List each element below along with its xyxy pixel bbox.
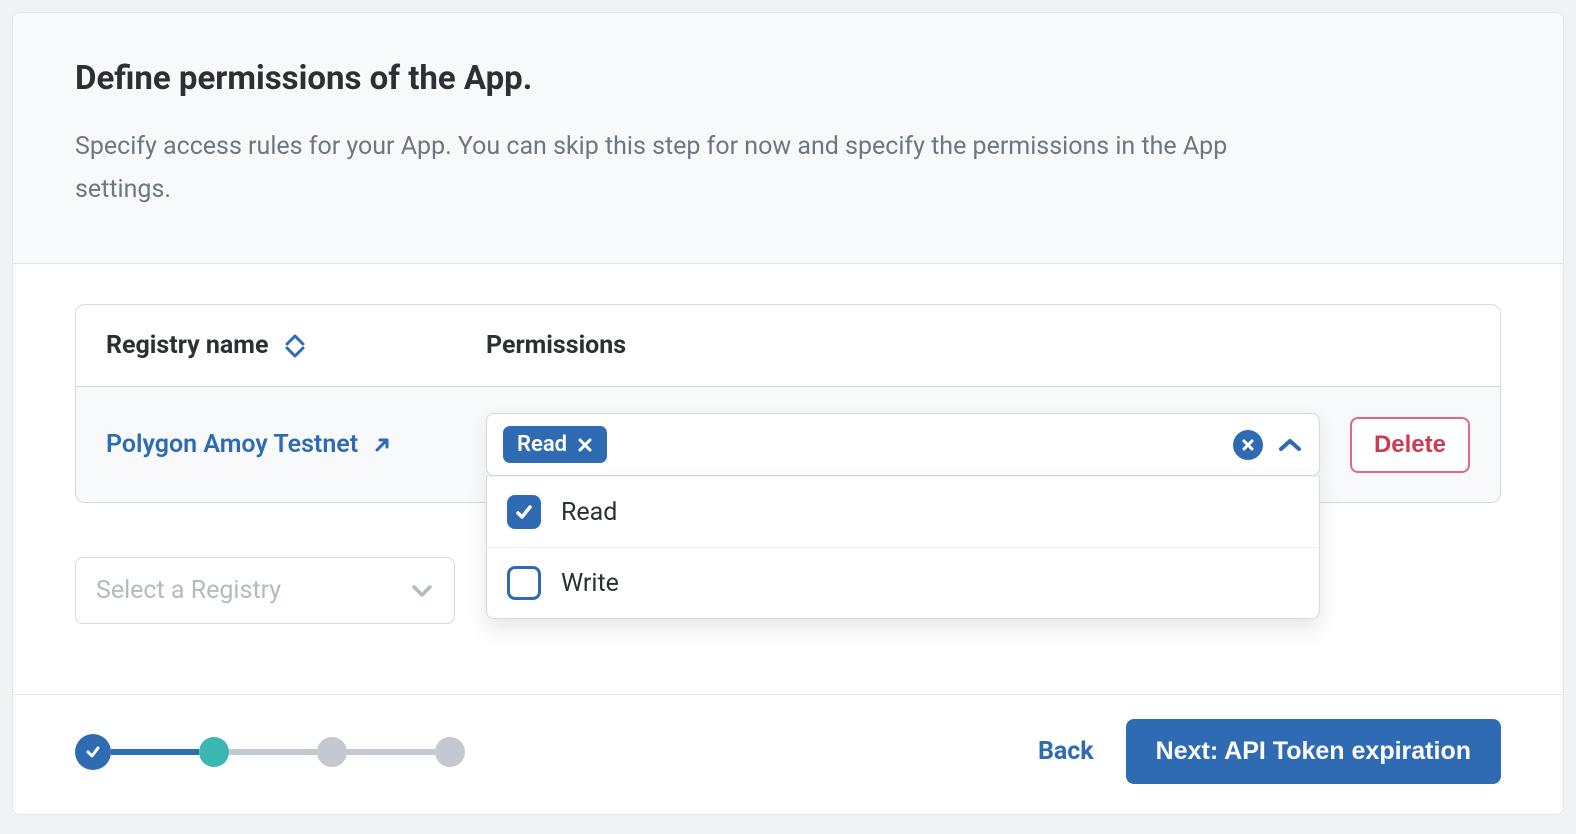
- step-bar-1: [111, 749, 199, 755]
- card-body: Registry name Permissions Polygon Amoy T…: [13, 264, 1563, 634]
- permissions-dropdown: Read Write: [486, 476, 1320, 619]
- step-3: [317, 737, 347, 767]
- table-header-row: Registry name Permissions: [76, 305, 1500, 387]
- step-2-current: [199, 737, 229, 767]
- wizard-footer: Back Next: API Token expiration: [13, 694, 1563, 814]
- chip-label: Read: [517, 432, 567, 457]
- table-row: Polygon Amoy Testnet Read: [76, 387, 1500, 502]
- back-button[interactable]: Back: [1038, 737, 1094, 766]
- registry-name: Polygon Amoy Testnet: [106, 430, 358, 459]
- chevron-down-icon: [410, 583, 434, 599]
- col-registry-name[interactable]: Registry name: [106, 331, 486, 360]
- sort-icon: [284, 334, 306, 358]
- option-write[interactable]: Write: [487, 547, 1319, 618]
- step-4: [435, 737, 465, 767]
- col-registry-label: Registry name: [106, 331, 268, 360]
- card-header: Define permissions of the App. Specify a…: [13, 13, 1563, 264]
- permissions-multiselect[interactable]: Read: [486, 413, 1320, 476]
- external-link-icon: [372, 435, 392, 455]
- option-read[interactable]: Read: [487, 476, 1319, 547]
- clear-all-icon[interactable]: [1233, 430, 1263, 460]
- permissions-selected-bar: Read: [487, 414, 1319, 475]
- checkbox-write[interactable]: [507, 566, 541, 600]
- registry-link[interactable]: Polygon Amoy Testnet: [106, 430, 486, 459]
- chevron-up-icon[interactable]: [1277, 437, 1303, 453]
- checkbox-read[interactable]: [507, 495, 541, 529]
- permissions-cell: Read: [486, 413, 1320, 476]
- step-1-complete: [75, 734, 111, 770]
- select-registry-placeholder: Select a Registry: [96, 576, 281, 605]
- option-read-label: Read: [561, 498, 617, 527]
- page-title: Define permissions of the App.: [75, 59, 1501, 98]
- delete-button[interactable]: Delete: [1350, 417, 1470, 473]
- select-registry-dropdown[interactable]: Select a Registry: [75, 557, 455, 624]
- col-permissions-label: Permissions: [486, 331, 626, 360]
- option-write-label: Write: [561, 569, 619, 598]
- next-button[interactable]: Next: API Token expiration: [1126, 719, 1501, 784]
- step-bar-3: [347, 749, 435, 755]
- chip-remove-icon[interactable]: [577, 437, 593, 453]
- permissions-table: Registry name Permissions Polygon Amoy T…: [75, 304, 1501, 503]
- step-indicator: [75, 734, 465, 770]
- step-bar-2: [229, 749, 317, 755]
- permissions-card: Define permissions of the App. Specify a…: [12, 12, 1564, 815]
- page-subtitle: Specify access rules for your App. You c…: [75, 126, 1255, 211]
- permission-chip-read[interactable]: Read: [503, 426, 607, 463]
